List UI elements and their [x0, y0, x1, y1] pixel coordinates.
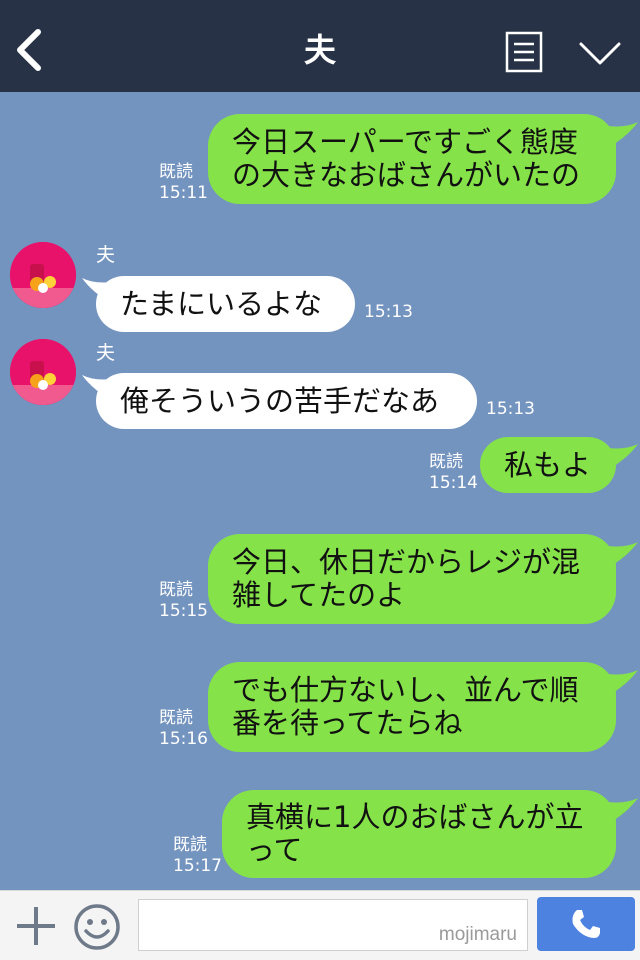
message-time: 15:17	[173, 856, 222, 876]
add-button[interactable]	[14, 904, 58, 948]
avatar[interactable]	[10, 339, 76, 405]
message-meta: 既読 15:17	[173, 835, 222, 877]
chat-area[interactable]: 既読 15:11 今日スーパーですごく態度 の大きなおばさんがいたの 夫 たまに…	[0, 92, 640, 890]
message-meta: 既読 15:11	[159, 162, 208, 204]
sender-name: 夫	[96, 244, 116, 266]
message-bubble[interactable]: 私もよ	[480, 437, 616, 493]
message-time: 15:11	[159, 183, 208, 203]
read-receipt: 既読	[159, 580, 193, 600]
message-line: 今日スーパーですごく態度	[232, 125, 578, 159]
read-receipt: 既読	[173, 835, 207, 855]
message-bubble[interactable]: 今日、休日だからレジが混 雑してたのよ	[208, 534, 616, 624]
message-line: の大きなおばさんがいたの	[232, 158, 581, 192]
avatar-image	[10, 242, 76, 308]
message-time: 15:15	[159, 601, 208, 621]
avatar[interactable]	[10, 242, 76, 308]
chat-title: 夫	[303, 31, 336, 69]
message-line: でも仕方ないし、並んで順	[232, 673, 579, 707]
message-meta: 既読 15:15	[159, 580, 208, 622]
emoji-button[interactable]	[73, 903, 121, 951]
message-bubble[interactable]: 俺そういうの苦手だなあ	[96, 373, 477, 429]
read-receipt: 既読	[159, 162, 193, 182]
menu-list-icon	[505, 31, 543, 73]
menu-button[interactable]	[505, 31, 543, 73]
message-time: 15:13	[364, 302, 413, 322]
chat-header: 夫	[0, 0, 640, 92]
back-button[interactable]	[12, 28, 48, 72]
avatar-image	[10, 339, 76, 405]
message-time: 15:16	[159, 729, 208, 749]
phone-icon	[572, 910, 600, 938]
message-line: 番を待ってたらね	[232, 706, 463, 740]
watermark-text: mojimaru	[438, 924, 517, 945]
message-line: 私もよ	[504, 447, 592, 482]
read-receipt: 既読	[429, 452, 463, 472]
message-line: 今日、休日だからレジが混	[232, 545, 581, 579]
message-bubble[interactable]: たまにいるよな	[96, 276, 355, 332]
call-button[interactable]	[537, 897, 635, 951]
message-time: 15:14	[429, 473, 478, 493]
message-meta: 既読 15:16	[159, 708, 208, 750]
read-receipt: 既読	[159, 708, 193, 728]
message-line: たまにいるよな	[120, 286, 323, 321]
message-line: 俺そういうの苦手だなあ	[120, 383, 440, 418]
message-line: って	[246, 833, 303, 867]
message-time: 15:13	[486, 399, 535, 419]
message-bubble[interactable]: 今日スーパーですごく態度 の大きなおばさんがいたの	[208, 114, 616, 204]
sender-name: 夫	[96, 342, 116, 364]
input-bar: mojimaru	[0, 890, 640, 960]
plus-icon	[17, 907, 55, 945]
message-input[interactable]: mojimaru	[138, 899, 528, 951]
message-meta: 既読 15:14	[429, 452, 478, 494]
message-line: 真横に1人のおばさんが立	[246, 800, 584, 834]
smiley-icon	[74, 904, 120, 950]
message-line: 雑してたのよ	[232, 578, 406, 612]
chevron-down-icon	[579, 42, 621, 65]
message-bubble[interactable]: でも仕方ないし、並んで順 番を待ってたらね	[208, 662, 616, 752]
message-bubble[interactable]: 真横に1人のおばさんが立 って	[222, 790, 616, 878]
collapse-button[interactable]	[578, 38, 622, 68]
chevron-left-icon	[17, 29, 41, 71]
